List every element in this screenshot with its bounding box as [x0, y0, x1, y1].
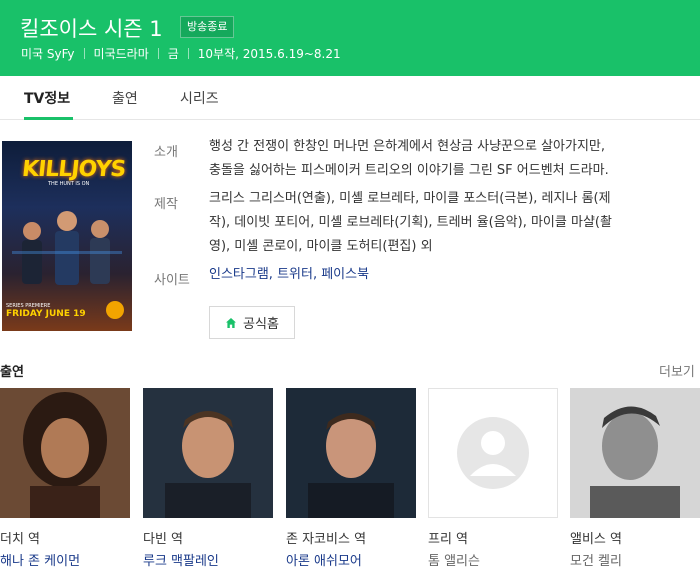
tab-tv-info[interactable]: TV정보 [24, 88, 70, 108]
meta-divider [187, 48, 189, 59]
cast-card[interactable]: 더치 역 해나 존 케이먼 [0, 388, 130, 569]
tab-series[interactable]: 시리즈 [180, 88, 219, 108]
cast-photo[interactable] [0, 388, 130, 518]
production-line: 영), 미셸 콘로이, 마이클 도허티(편집) 외 [209, 239, 433, 254]
more-link[interactable]: 더보기 [659, 361, 695, 380]
cast-photo-placeholder[interactable] [428, 388, 558, 518]
official-home-label: 공식홈 [243, 317, 279, 332]
production-line: 작), 데이빗 포티어, 미셸 로브레타(기획), 트레버 율(음악), 마이클… [209, 215, 612, 230]
meta-genre: 미국드라마 [93, 47, 149, 61]
cast-role: 다빈 역 [143, 532, 184, 547]
meta-episodes: 10부작, 2015.6.19~8.21 [197, 47, 341, 61]
meta-channel: 미국 SyFy [21, 47, 75, 61]
cast-role: 앨비스 역 [570, 532, 622, 547]
poster-tagline: THE HUNT IS ON [48, 181, 90, 187]
program-meta: 미국 SyFy 미국드라마 금 10부작, 2015.6.19~8.21 [21, 45, 341, 62]
program-header: 킬조이스 시즌 1 방송종료 미국 SyFy 미국드라마 금 10부작, 201… [0, 0, 700, 76]
site-links[interactable]: 인스타그램, 트위터, 페이스북 [209, 263, 679, 287]
cast-card[interactable]: 존 자코비스 역 아론 애쉬모어 [286, 388, 416, 569]
cast-role: 프리 역 [428, 532, 469, 547]
intro-text: 행성 간 전쟁이 한창인 머나먼 은하계에서 현상금 사냥꾼으로 살아가지만, … [209, 135, 679, 183]
cast-actor-name: 톰 앨리슨 [428, 554, 480, 569]
cast-actor-link[interactable]: 루크 맥팔레인 [143, 550, 219, 569]
official-home-button[interactable]: 공식홈 [209, 306, 295, 339]
cast-photo[interactable] [286, 388, 416, 518]
home-icon [226, 317, 237, 328]
cast-photo[interactable] [570, 388, 700, 518]
cast-card[interactable]: 다빈 역 루크 맥팔레인 [143, 388, 273, 569]
intro-label: 소개 [154, 145, 178, 160]
tab-cast[interactable]: 출연 [112, 88, 138, 108]
cast-actor-name: 모건 켈리 [570, 554, 622, 569]
site-label: 사이트 [154, 273, 190, 288]
meta-divider [83, 48, 85, 59]
production-line: 크리스 그리스머(연출), 미셸 로브레타, 마이클 포스터(극본), 레지나 … [209, 191, 611, 206]
tab-bar: TV정보 출연 시리즈 [0, 76, 700, 120]
cast-actor-link[interactable]: 아론 애쉬모어 [286, 550, 362, 569]
meta-day: 금 [167, 47, 179, 61]
cast-role: 존 자코비스 역 [286, 532, 367, 547]
cast-card[interactable]: 앨비스 역 모건 켈리 [570, 388, 700, 569]
cast-photo[interactable] [143, 388, 273, 518]
cast-actor-link[interactable]: 해나 존 케이먼 [0, 550, 80, 569]
poster-image[interactable]: KILLJOYS THE HUNT IS ON SERIES PREMIERE … [2, 141, 132, 331]
program-title[interactable]: 킬조이스 시즌 1 [20, 13, 163, 43]
status-badge: 방송종료 [180, 16, 235, 38]
poster-logo: KILLJOYS [20, 157, 127, 182]
meta-divider [157, 48, 159, 59]
cast-section-title: 출연 [0, 365, 24, 380]
network-logo-icon [106, 301, 124, 319]
cast-role: 더치 역 [0, 532, 41, 547]
production-text: 크리스 그리스머(연출), 미셸 로브레타, 마이클 포스터(극본), 레지나 … [209, 187, 679, 259]
intro-line: 충돌을 싫어하는 피스메이커 트리오의 이야기를 그린 SF 어드벤처 드라마. [209, 163, 609, 178]
poster-date-text: FRIDAY JUNE 19 [6, 309, 86, 319]
poster-figures [12, 211, 122, 285]
active-tab-indicator [24, 117, 73, 120]
intro-line: 행성 간 전쟁이 한창인 머나먼 은하계에서 현상금 사냥꾼으로 살아가지만, [209, 139, 605, 154]
cast-card[interactable]: 프리 역 톰 앨리슨 [428, 388, 558, 569]
production-label: 제작 [154, 197, 178, 212]
